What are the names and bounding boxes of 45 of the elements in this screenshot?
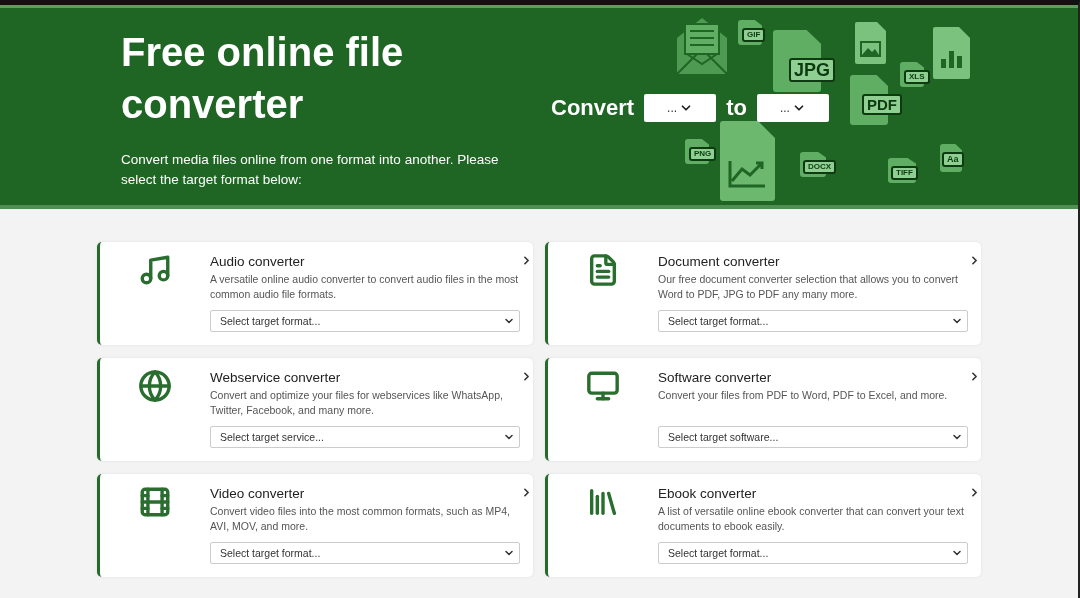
converter-card[interactable]: Software converter Convert your files from PDF to Word, PDF to Excel, and more. Select target software... [545, 358, 981, 461]
music-note-icon [138, 253, 172, 287]
target-select[interactable]: Select target format... [658, 542, 968, 564]
chart-file-icon [933, 27, 970, 79]
card-title: Document converter [658, 253, 781, 271]
page-subtitle: Convert media files online from one format into another. Please select the target format below: [121, 151, 500, 189]
card-description: Our free document converter selection that allows you to convert Word to PDF, JPG to PDF any many more. [658, 272, 959, 302]
card-title: Video converter [210, 485, 306, 503]
card-title: Audio converter [210, 253, 306, 271]
card-description: Convert video files into the most common formats, such as MP4, AVI, MOV, and more. [210, 504, 511, 534]
file-label: GIF [742, 28, 766, 42]
chart-file-icon [720, 121, 775, 201]
target-select[interactable]: Select target format... [210, 310, 520, 332]
card-description: A versatile online audio converter to convert audio files in the most common audio file formats. [210, 272, 520, 302]
globe-icon [138, 369, 172, 403]
target-select[interactable]: Select target software... [658, 426, 968, 448]
file-label: TIFF [891, 166, 918, 180]
card-title: Ebook converter [658, 485, 758, 503]
page-title: Free online file converter [121, 29, 405, 128]
converter-card[interactable]: Document converter Our free document converter selection that allows you to convert Word to PDF, JPG to PDF any many more. Select target format... [545, 242, 981, 345]
file-label: JPG [789, 58, 836, 82]
card-description: Convert and optimize your files for webservices like WhatsApp, Twitter, Facebook, and many more. [210, 388, 504, 418]
to-label: to [726, 95, 747, 121]
target-format-select[interactable]: ... [756, 94, 829, 122]
file-label: XLS [904, 70, 930, 84]
card-title: Webservice converter [210, 369, 342, 387]
card-title: Software converter [658, 369, 773, 387]
card-description: Convert your files from PDF to Word, PDF to Excel, and more. [658, 388, 949, 403]
convert-label: Convert [551, 95, 635, 121]
target-select[interactable]: Select target service... [210, 426, 520, 448]
target-select[interactable]: Select target format... [210, 542, 520, 564]
file-label: DOCX [803, 160, 837, 174]
file-label: PDF [862, 94, 902, 115]
image-file-icon [855, 22, 886, 64]
converter-card[interactable]: Webservice converter Convert and optimize your files for webservices like WhatsApp, Twitter, Facebook, and many more. Select target service... [97, 358, 533, 461]
card-description: A list of versatile online ebook converter that can convert your text documents to ebook easily. [658, 504, 965, 534]
converter-card[interactable]: Ebook converter A list of versatile online ebook converter that can convert your text documents to ebook easily. Select target format... [545, 474, 981, 577]
file-label: Aa [942, 152, 964, 167]
source-format-select[interactable]: ... [644, 94, 717, 122]
target-select[interactable]: Select target format... [658, 310, 968, 332]
monitor-icon [586, 369, 620, 403]
converter-card[interactable]: Audio converter A versatile online audio converter to convert audio files in the most common audio file formats. Select target format... [97, 242, 533, 345]
converter-card[interactable]: Video converter Convert video files into the most common formats, such as MP4, AVI, MOV, and more. Select target format... [97, 474, 533, 577]
file-label: PNG [689, 147, 717, 161]
film-icon [138, 485, 172, 519]
